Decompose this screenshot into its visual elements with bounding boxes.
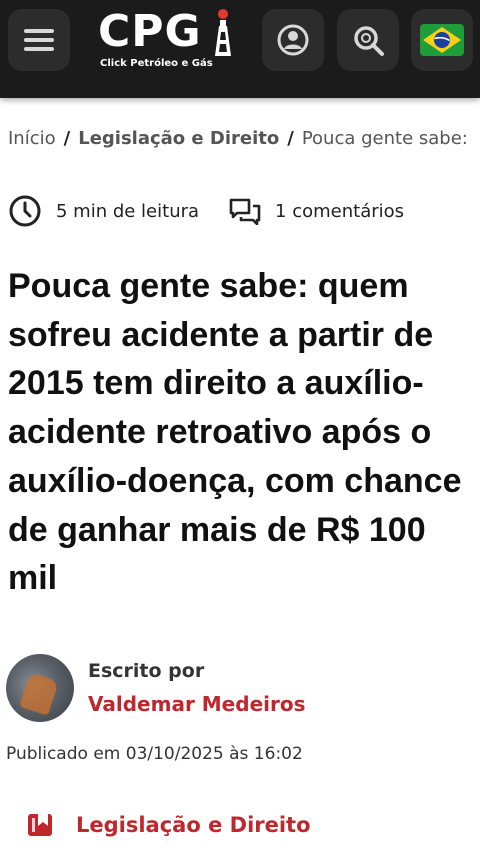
comments-count-link[interactable]: 1 comentários	[275, 201, 404, 222]
site-logo[interactable]: CPG Click Petróleo e Gás	[98, 4, 238, 76]
category-tag[interactable]: Legislação e Direito	[26, 808, 311, 842]
user-account-button[interactable]	[262, 9, 324, 71]
language-flag-button[interactable]	[411, 9, 473, 71]
author-block: Escrito por Valdemar Medeiros	[6, 654, 406, 724]
menu-button[interactable]	[8, 9, 70, 71]
article-meta: 5 min de leitura 1 comentários	[8, 194, 404, 228]
oil-tower-icon	[215, 9, 231, 56]
published-date: Publicado em 03/10/2025 às 16:02	[6, 744, 303, 764]
breadcrumb-separator: /	[63, 127, 71, 149]
logo-subtitle: Click Petróleo e Gás	[100, 58, 213, 69]
author-avatar[interactable]	[6, 654, 74, 722]
top-navigation-bar: CPG Click Petróleo e Gás	[0, 0, 480, 98]
comments-icon	[229, 198, 261, 225]
breadcrumb-current: Pouca gente sabe:	[301, 127, 468, 149]
article-title: Pouca gente sabe: quem sofreu acidente a…	[8, 267, 462, 598]
author-label: Escrito por	[88, 660, 205, 682]
breadcrumb-separator: /	[287, 127, 294, 149]
search-button[interactable]	[337, 9, 399, 71]
author-name-link[interactable]: Valdemar Medeiros	[88, 692, 306, 716]
read-time: 5 min de leitura	[56, 200, 200, 222]
hamburger-menu-icon	[24, 29, 54, 51]
clock-icon	[9, 195, 41, 227]
breadcrumb-home-link[interactable]: Início	[8, 128, 56, 149]
user-icon	[277, 24, 309, 56]
breadcrumb: Início / Legislação e Direito / Pouca ge…	[8, 124, 480, 152]
search-icon	[354, 26, 384, 56]
breadcrumb-category-link[interactable]: Legislação e Direito	[78, 128, 279, 149]
category-label: Legislação e Direito	[76, 813, 311, 837]
bookmark-folder-icon	[28, 814, 52, 836]
brazil-flag-icon	[420, 24, 464, 56]
logo-text: CPG	[98, 6, 202, 57]
